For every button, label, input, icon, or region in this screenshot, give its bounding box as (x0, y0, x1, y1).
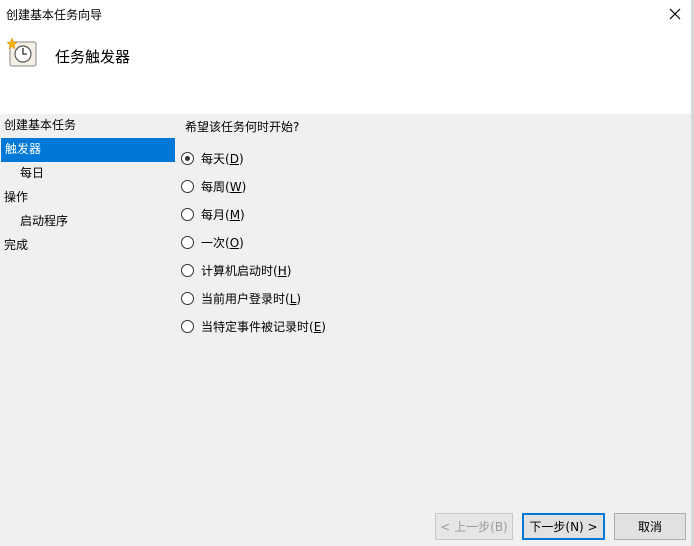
clock-icon (6, 37, 37, 67)
close-icon (669, 8, 681, 20)
nav-step[interactable]: 操作 (0, 186, 175, 210)
trigger-options: 每天(D) 每周(W) 每月(M) 一次(O) 计算机启动时(H) 当前用户登录时(L) 当… (181, 144, 326, 340)
option-label: 当特定事件被记录时(E) (201, 318, 326, 335)
button-bar: < 上一步(B) 下一步(N) > 取消 (435, 513, 686, 540)
option-text-end: ) (286, 263, 292, 278)
option-label: 每月(M) (201, 206, 245, 223)
option-text: 当前用户登录时( (201, 291, 290, 306)
radio-button[interactable] (181, 207, 194, 221)
nav-step[interactable]: 每日 (0, 162, 175, 186)
wizard-steps-nav: 创建基本任务 触发器 每日 操作 启动程序 完成 (0, 114, 175, 258)
question-label: 希望该任务何时开始? (185, 120, 300, 134)
option-label: 计算机启动时(H) (201, 262, 291, 279)
trigger-option[interactable]: 当特定事件被记录时(E) (181, 312, 326, 340)
radio-button[interactable] (181, 151, 194, 165)
next-button-label: 下一步(N) > (529, 520, 598, 534)
option-text: 当特定事件被记录时( (201, 319, 314, 334)
option-access-key: M (229, 207, 241, 222)
option-label: 每周(W) (201, 178, 246, 195)
trigger-option[interactable]: 每周(W) (181, 172, 326, 200)
nav-step[interactable]: 创建基本任务 (0, 114, 175, 138)
nav-step[interactable]: 启动程序 (0, 210, 175, 234)
option-text: 每天( (201, 151, 230, 166)
option-text-end: ) (296, 291, 302, 306)
title-bar: 创建基本任务向导 (0, 0, 694, 28)
option-label: 每天(D) (201, 150, 244, 167)
radio-button[interactable] (181, 263, 194, 277)
trigger-option[interactable]: 每月(M) (181, 200, 326, 228)
wizard-header: 任务触发器 (0, 28, 694, 114)
option-access-key: H (277, 263, 287, 278)
back-button[interactable]: < 上一步(B) (435, 513, 513, 540)
radio-button[interactable] (181, 319, 194, 333)
option-label: 一次(O) (201, 234, 244, 251)
option-text: 计算机启动时( (201, 263, 278, 278)
cancel-button[interactable]: 取消 (614, 513, 686, 540)
option-text-end: ) (238, 151, 244, 166)
option-access-key: W (229, 179, 242, 194)
option-text: 每周( (201, 179, 230, 194)
cancel-button-label: 取消 (637, 520, 662, 534)
nav-step[interactable]: 完成 (0, 234, 175, 258)
back-button-label: < 上一步(B) (440, 520, 508, 534)
page-title: 任务触发器 (55, 48, 131, 66)
next-button[interactable]: 下一步(N) > (522, 513, 605, 540)
option-label: 当前用户登录时(L) (201, 290, 301, 307)
trigger-option[interactable]: 当前用户登录时(L) (181, 284, 326, 312)
option-text-end: ) (241, 179, 247, 194)
option-text: 一次( (201, 235, 230, 250)
close-button[interactable] (660, 0, 690, 28)
option-text-end: ) (321, 319, 326, 334)
option-text: 每月( (201, 207, 230, 222)
nav-step[interactable]: 触发器 (1, 138, 175, 162)
option-text-end: ) (239, 235, 244, 250)
window-title: 创建基本任务向导 (6, 8, 103, 22)
radio-button[interactable] (181, 235, 194, 249)
option-text-end: ) (240, 207, 245, 222)
radio-button[interactable] (181, 291, 194, 305)
trigger-option[interactable]: 一次(O) (181, 228, 326, 256)
trigger-option[interactable]: 计算机启动时(H) (181, 256, 326, 284)
option-access-key: D (229, 151, 239, 166)
option-access-key: O (229, 235, 240, 250)
radio-button[interactable] (181, 179, 194, 193)
trigger-option[interactable]: 每天(D) (181, 144, 326, 172)
